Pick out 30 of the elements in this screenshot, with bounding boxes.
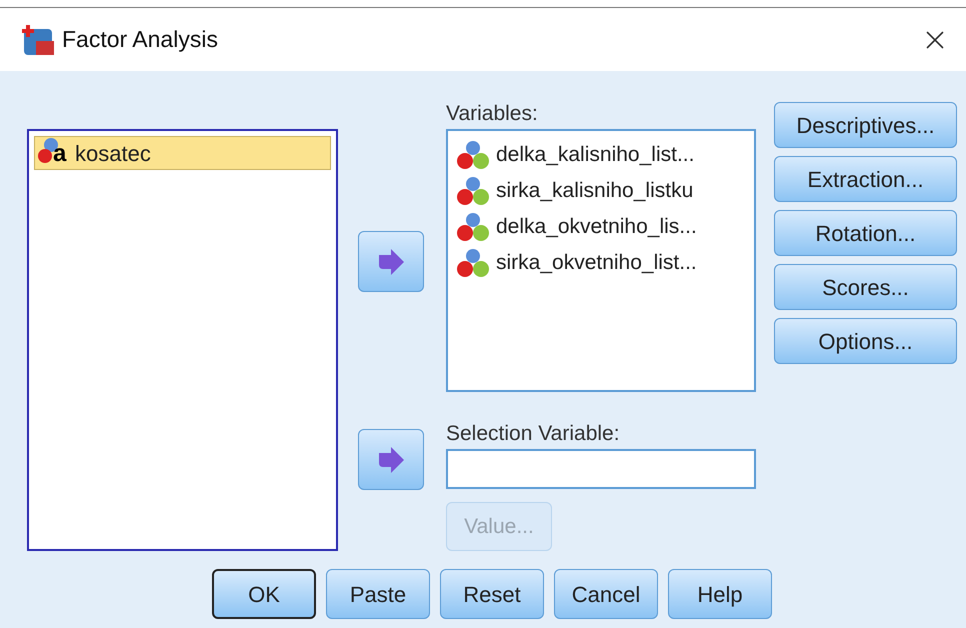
variables-label: Variables:: [446, 101, 539, 127]
window-title: Factor Analysis: [62, 25, 218, 54]
variable-list-item[interactable]: a kosatec: [34, 136, 331, 170]
arrow-icon: [377, 248, 405, 274]
dialog-button[interactable]: Descriptives...: [774, 102, 957, 148]
variable-balls-icon: [456, 140, 490, 170]
selection-variable-field[interactable]: [446, 449, 756, 489]
dialog-button[interactable]: Paste: [326, 569, 430, 619]
variables-list[interactable]: delka_kalisniho_list... sirka_kalisniho_listku delka_okvetniho_lis... sirka_okvetniho_list...: [446, 129, 756, 392]
dialog-button[interactable]: Reset: [440, 569, 544, 619]
variable-list-item[interactable]: sirka_kalisniho_listku: [456, 173, 754, 209]
dialog-button[interactable]: Cancel: [554, 569, 658, 619]
source-variable-list[interactable]: a kosatec: [27, 129, 338, 551]
dialog-button[interactable]: Rotation...: [774, 210, 957, 256]
dialog-button[interactable]: Options...: [774, 318, 957, 364]
selection-variable-label: Selection Variable:: [446, 421, 621, 447]
dialog-button[interactable]: Help: [668, 569, 772, 619]
variable-balls-icon: [456, 176, 490, 206]
variable-list-item[interactable]: delka_okvetniho_lis...: [456, 209, 754, 245]
move-arrow-button[interactable]: [358, 429, 424, 490]
variable-balls-icon: [456, 212, 490, 242]
variable-list-item[interactable]: delka_kalisniho_list...: [456, 137, 754, 173]
dialog-button[interactable]: Extraction...: [774, 156, 957, 202]
app-icon: [20, 22, 56, 56]
move-arrow-button[interactable]: [358, 231, 424, 292]
variable-balls-icon: [456, 248, 490, 278]
arrow-icon: [377, 446, 405, 472]
dialog-button[interactable]: Scores...: [774, 264, 957, 310]
dialog-button[interactable]: OK: [212, 569, 316, 619]
variable-list-item[interactable]: sirka_okvetniho_list...: [456, 245, 754, 281]
